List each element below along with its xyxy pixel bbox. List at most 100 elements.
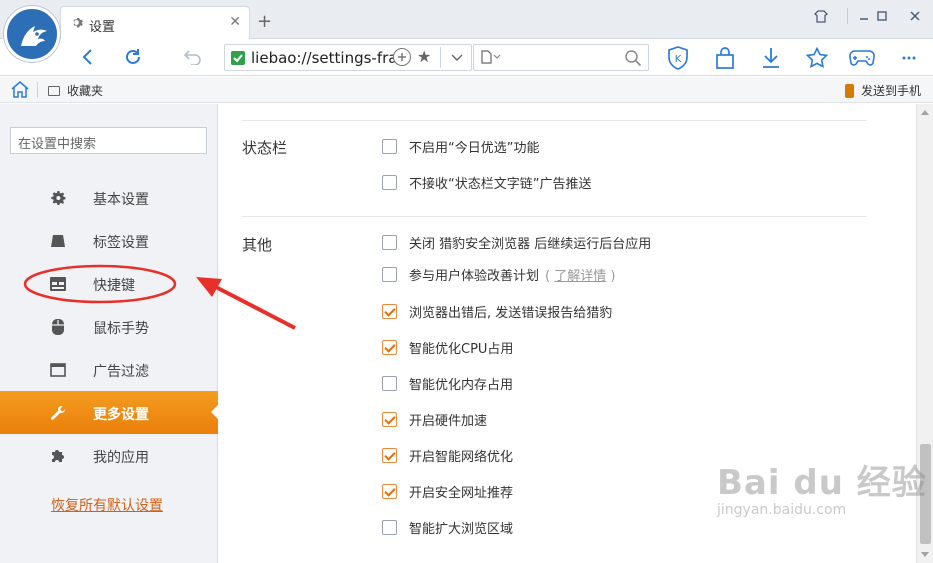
option-row[interactable]: 浏览器出错后, 发送错误报告给猎豹 (382, 301, 612, 321)
refresh-icon[interactable] (120, 45, 146, 69)
bookmarks-bar: 收藏夹 发送到手机 (0, 77, 933, 103)
close-icon[interactable] (905, 6, 925, 26)
option-row[interactable]: 开启硬件加速 (382, 409, 487, 429)
option-row[interactable]: 不启用“今日优选”功能 (382, 136, 539, 156)
tab-close-icon[interactable]: ✕ (229, 14, 241, 30)
checkbox-checked[interactable] (382, 447, 397, 463)
gamepad-icon[interactable] (848, 44, 876, 72)
favorites-label: 收藏夹 (67, 84, 104, 98)
browser-logo[interactable] (4, 6, 60, 62)
title-bar: 设置 ✕ + (0, 0, 933, 40)
search-box[interactable] (473, 44, 649, 71)
settings-search-input[interactable]: 在设置中搜索 (10, 127, 207, 154)
puzzle-icon (49, 447, 66, 464)
divider (847, 8, 848, 24)
sidebar-item-label: 快捷键 (93, 278, 135, 294)
extension-icon[interactable] (393, 48, 411, 66)
active-indicator (211, 404, 219, 420)
divider (242, 120, 867, 121)
mouse-icon (49, 318, 66, 335)
tab-title: 设置 (89, 20, 116, 35)
bookmark-star-icon[interactable]: ★ (417, 47, 431, 66)
sidebar-item-label: 标签设置 (93, 235, 149, 251)
sidebar-item-label: 鼠标手势 (93, 321, 149, 337)
minimize-icon[interactable] (854, 6, 874, 26)
undo-icon[interactable] (180, 45, 206, 69)
keyboard-icon (49, 275, 66, 292)
scroll-up-arrow-icon[interactable] (921, 110, 929, 115)
favorite-star-icon[interactable] (803, 44, 831, 72)
checkbox[interactable] (382, 519, 397, 535)
option-label: 智能优化CPU占用 (409, 341, 514, 357)
svg-text:K: K (675, 54, 682, 65)
send-to-phone-label: 发送到手机 (860, 84, 921, 98)
navigation-bar: liebao://settings-fra ★ K (0, 39, 933, 76)
option-row[interactable]: 智能扩大浏览区域 (382, 517, 513, 537)
sidebar-item-mouse-gestures[interactable]: 鼠标手势 (0, 305, 218, 348)
sidebar-item-label: 更多设置 (93, 407, 149, 423)
more-icon[interactable] (895, 44, 923, 72)
url-text[interactable]: liebao://settings-fra (251, 49, 397, 67)
chevron-down-icon[interactable] (451, 47, 463, 70)
checkbox-checked[interactable] (382, 411, 397, 427)
checkbox[interactable] (382, 375, 397, 391)
option-label: 智能优化内存占用 (409, 377, 514, 393)
reset-defaults-link[interactable]: 恢复所有默认设置 (51, 495, 163, 515)
address-bar[interactable]: liebao://settings-fra ★ (224, 44, 472, 71)
option-row[interactable]: 智能优化CPU占用 (382, 337, 513, 357)
skin-icon[interactable] (811, 6, 831, 26)
gear-icon (49, 189, 66, 206)
watermark-url: jingyan.baidu.com (717, 502, 847, 518)
option-label: 开启硬件加速 (409, 413, 488, 429)
shield-icon[interactable]: K (664, 44, 692, 72)
checkbox[interactable] (382, 174, 397, 190)
option-row[interactable]: 参与用户体验改善计划 ( 了解详情 ) (382, 264, 615, 284)
checkbox-checked[interactable] (382, 339, 397, 355)
search-icon[interactable] (624, 49, 642, 71)
sidebar-item-label: 广告过滤 (93, 364, 149, 380)
checkbox-checked[interactable] (382, 483, 397, 499)
gear-icon (70, 16, 83, 33)
download-icon[interactable] (757, 44, 785, 72)
checkbox[interactable] (382, 138, 397, 154)
option-row[interactable]: 智能优化内存占用 (382, 373, 513, 393)
option-row[interactable]: 不接收“状态栏文字链”广告推送 (382, 172, 591, 192)
favorites-folder[interactable]: 收藏夹 (48, 82, 103, 99)
sidebar-item-shortcuts[interactable]: 快捷键 (0, 262, 218, 305)
divider (37, 82, 38, 98)
option-row[interactable]: 开启安全网址推荐 (382, 481, 513, 501)
tab-settings[interactable]: 设置 ✕ (60, 6, 250, 40)
section-title-status-bar: 状态栏 (242, 139, 288, 157)
learn-more-wrapper: ( 了解详情 ) (545, 268, 616, 284)
learn-more-link[interactable]: 了解详情 (554, 269, 606, 284)
sidebar-item-tab-settings[interactable]: 标签设置 (0, 219, 218, 262)
sidebar-item-more-settings[interactable]: 更多设置 (0, 391, 219, 434)
option-label: 不启用“今日优选”功能 (409, 140, 540, 156)
send-to-phone-button[interactable]: 发送到手机 (844, 82, 921, 99)
divider (440, 47, 441, 68)
bag-icon[interactable] (711, 44, 739, 72)
new-tab-button[interactable]: + (257, 13, 272, 31)
baidu-watermark: Bai du 经验 jingyan.baidu.com (717, 455, 927, 518)
option-label: 参与用户体验改善计划 (409, 268, 540, 284)
page-icon[interactable] (480, 50, 502, 67)
option-label: 浏览器出错后, 发送错误报告给猎豹 (409, 305, 613, 321)
option-row[interactable]: 开启智能网络优化 (382, 445, 513, 465)
option-label: 不接收“状态栏文字链”广告推送 (409, 176, 592, 192)
option-label: 开启智能网络优化 (409, 449, 514, 465)
sidebar-item-basic-settings[interactable]: 基本设置 (0, 176, 218, 219)
scroll-down-arrow-icon[interactable] (921, 552, 929, 557)
sidebar-item-ad-filter[interactable]: 广告过滤 (0, 348, 218, 391)
option-row[interactable]: 关闭 猎豹安全浏览器 后继续运行后台应用 (382, 232, 651, 252)
option-label: 开启安全网址推荐 (409, 485, 514, 501)
checkbox-checked[interactable] (382, 303, 397, 319)
secure-check-icon (231, 51, 245, 65)
checkbox[interactable] (382, 234, 397, 250)
sidebar-item-my-apps[interactable]: 我的应用 (0, 434, 218, 477)
home-icon[interactable] (11, 81, 29, 102)
divider (242, 216, 867, 217)
back-icon[interactable] (75, 45, 101, 69)
option-label: 智能扩大浏览区域 (409, 521, 514, 537)
checkbox[interactable] (382, 266, 397, 282)
restore-icon[interactable] (872, 6, 892, 26)
